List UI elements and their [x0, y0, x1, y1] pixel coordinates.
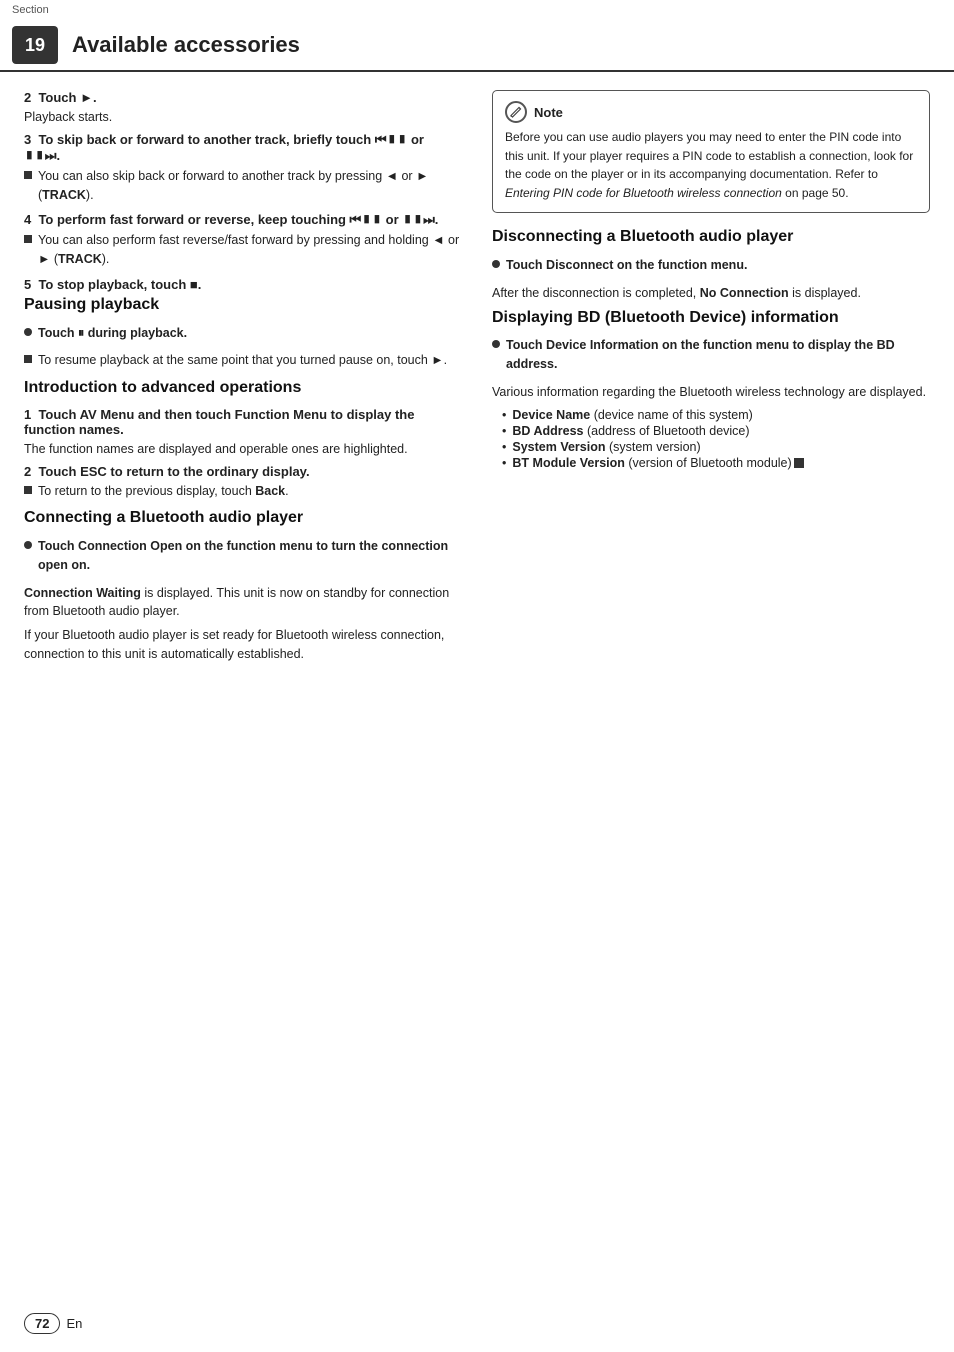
step-5: 5 To stop playback, touch ■.	[24, 277, 462, 292]
bd-item-4-text: BT Module Version (version of Bluetooth …	[512, 456, 803, 470]
adv-step-2-bullet: To return to the previous display, touch…	[24, 482, 462, 506]
stop-icon	[794, 458, 804, 468]
connecting-dot-item: Touch Connection Open on the function me…	[24, 537, 462, 580]
bd-item-3-text: System Version (system version)	[512, 440, 700, 454]
pausing-dot-heading: Touch ⏸ during playback.	[38, 324, 187, 343]
header: 19 Available accessories	[0, 20, 954, 72]
adv-step-2-body: To return to the previous display, touch…	[38, 482, 289, 501]
pausing-section: Pausing playback Touch ⏸ during playback…	[24, 295, 462, 375]
step-2-heading: 2 Touch ►.	[24, 90, 462, 105]
step-2-body: Playback starts.	[24, 108, 462, 127]
right-column: Note Before you can use audio players yo…	[492, 90, 930, 669]
bd-list-item-3: • System Version (system version)	[502, 440, 930, 454]
bd-list: • Device Name (device name of this syste…	[502, 408, 930, 470]
bd-dot-item: Touch Device Information on the function…	[492, 336, 930, 379]
bd-list-item-1: • Device Name (device name of this syste…	[502, 408, 930, 422]
adv-step-1-body: The function names are displayed and ope…	[24, 440, 462, 459]
page-footer: 72 En	[24, 1313, 82, 1334]
note-svg-icon	[509, 105, 523, 119]
pausing-body: To resume playback at the same point tha…	[38, 351, 447, 370]
dot-bullet: •	[502, 408, 506, 422]
step-3-bullet: You can also skip back or forward to ano…	[24, 167, 462, 210]
disconnecting-body: After the disconnection is completed, No…	[492, 284, 930, 303]
bullet-dot-icon	[24, 328, 32, 336]
adv-step-2-heading: 2 Touch ESC to return to the ordinary di…	[24, 464, 462, 479]
adv-step-1-heading: 1 Touch AV Menu and then touch Function …	[24, 407, 462, 437]
step-4-bullet-text: You can also perform fast reverse/fast f…	[38, 231, 462, 269]
note-box: Note Before you can use audio players yo…	[492, 90, 930, 213]
step-4-heading: 4 To perform fast forward or reverse, ke…	[24, 212, 462, 228]
note-header: Note	[505, 101, 917, 123]
bd-list-item-4: • BT Module Version (version of Bluetoot…	[502, 456, 930, 470]
bd-title: Displaying BD (Bluetooth Device) informa…	[492, 308, 930, 329]
bd-item-2-text: BD Address (address of Bluetooth device)	[512, 424, 749, 438]
connecting-dot-heading: Touch Connection Open on the function me…	[38, 537, 462, 575]
adv-step-1: 1 Touch AV Menu and then touch Function …	[24, 407, 462, 459]
adv-step-2: 2 Touch ESC to return to the ordinary di…	[24, 464, 462, 506]
disconnecting-dot-item: Touch Disconnect on the function menu.	[492, 256, 930, 280]
connecting-title: Connecting a Bluetooth audio player	[24, 508, 462, 529]
note-pencil-icon	[505, 101, 527, 123]
pausing-title: Pausing playback	[24, 295, 462, 316]
page-title: Available accessories	[72, 32, 300, 58]
disconnecting-section: Disconnecting a Bluetooth audio player T…	[492, 227, 930, 302]
step-4-bullet: You can also perform fast reverse/fast f…	[24, 231, 462, 274]
disconnecting-dot-heading: Touch Disconnect on the function menu.	[506, 256, 747, 275]
bd-dot-heading: Touch Device Information on the function…	[506, 336, 930, 374]
section-number: 19	[12, 26, 58, 64]
bullet-dot-icon	[24, 541, 32, 549]
bd-list-item-2: • BD Address (address of Bluetooth devic…	[502, 424, 930, 438]
left-column: 2 Touch ►. Playback starts. 3 To skip ba…	[24, 90, 462, 669]
note-title: Note	[534, 105, 563, 120]
note-body: Before you can use audio players you may…	[505, 128, 917, 202]
advanced-section: Introduction to advanced operations 1 To…	[24, 378, 462, 505]
page-number: 72	[24, 1313, 60, 1334]
section-label: Section	[12, 4, 49, 16]
bullet-icon	[24, 486, 32, 494]
advanced-title: Introduction to advanced operations	[24, 378, 462, 399]
pausing-body-bullet: To resume playback at the same point tha…	[24, 351, 462, 375]
bd-body: Various information regarding the Blueto…	[492, 383, 930, 402]
step-3-bullet-text: You can also skip back or forward to ano…	[38, 167, 462, 205]
step-3-heading: 3 To skip back or forward to another tra…	[24, 132, 462, 164]
connecting-section: Connecting a Bluetooth audio player Touc…	[24, 508, 462, 663]
connecting-body-2: If your Bluetooth audio player is set re…	[24, 626, 462, 664]
pausing-dot-item: Touch ⏸ during playback.	[24, 324, 462, 348]
bullet-dot-icon	[492, 340, 500, 348]
bullet-icon	[24, 171, 32, 179]
dot-bullet: •	[502, 456, 506, 470]
connecting-body-1: Connection Waiting is displayed. This un…	[24, 584, 462, 622]
bd-section: Displaying BD (Bluetooth Device) informa…	[492, 308, 930, 470]
step-4: 4 To perform fast forward or reverse, ke…	[24, 212, 462, 274]
intro-steps: 2 Touch ►. Playback starts. 3 To skip ba…	[24, 90, 462, 292]
disconnecting-title: Disconnecting a Bluetooth audio player	[492, 227, 930, 248]
step-3: 3 To skip back or forward to another tra…	[24, 132, 462, 210]
bullet-icon	[24, 355, 32, 363]
step-5-heading: 5 To stop playback, touch ■.	[24, 277, 462, 292]
dot-bullet: •	[502, 440, 506, 454]
bullet-dot-icon	[492, 260, 500, 268]
language-label: En	[66, 1316, 82, 1331]
step-2: 2 Touch ►. Playback starts.	[24, 90, 462, 127]
main-content: 2 Touch ►. Playback starts. 3 To skip ba…	[0, 72, 954, 687]
bullet-icon	[24, 235, 32, 243]
bd-item-1-text: Device Name (device name of this system)	[512, 408, 752, 422]
dot-bullet: •	[502, 424, 506, 438]
